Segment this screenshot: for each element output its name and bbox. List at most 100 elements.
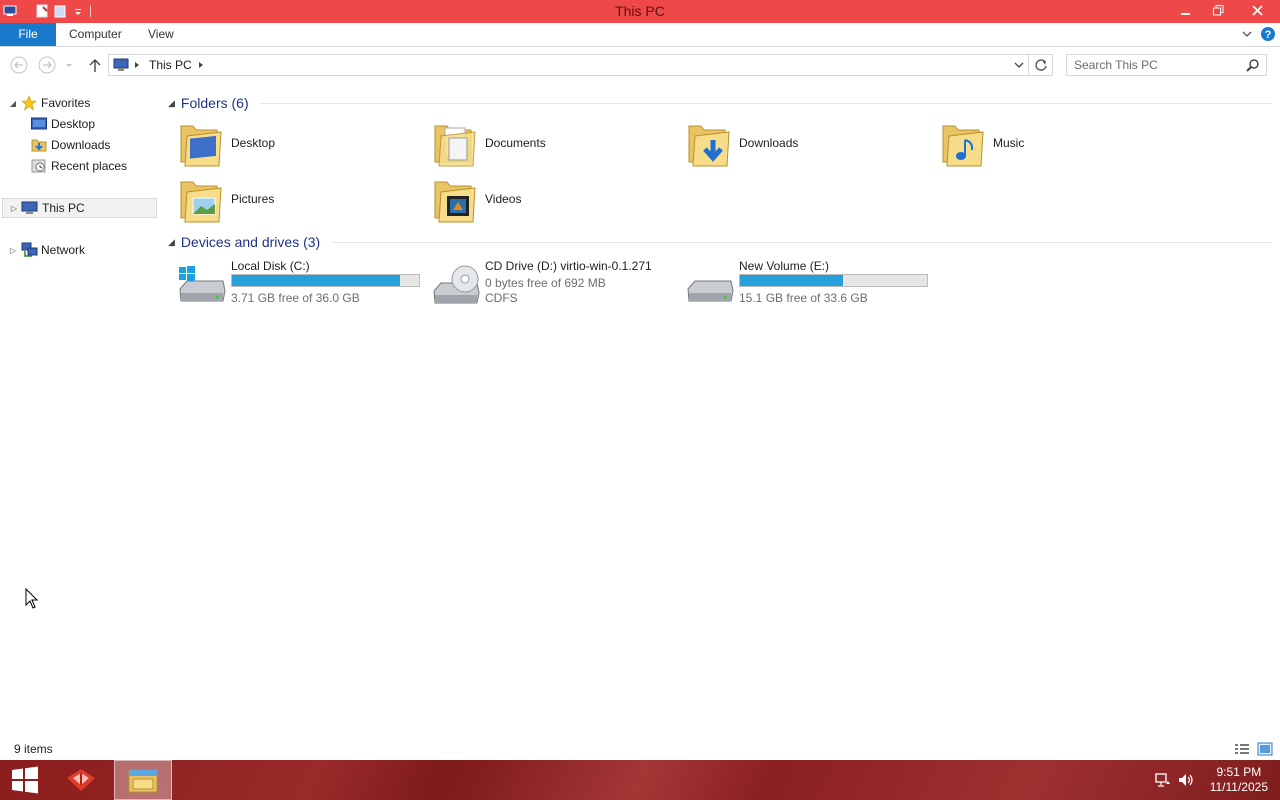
navigation-pane: ◢ Favorites Desktop Downloads Recent pla…: [0, 90, 160, 740]
nav-downloads[interactable]: Downloads: [30, 135, 110, 155]
clock-date: 11/11/2025: [1209, 780, 1268, 794]
start-button[interactable]: [0, 760, 50, 800]
windows-drive-icon: [179, 266, 226, 302]
nav-downloads-label: Downloads: [51, 138, 111, 152]
windows-logo-icon: [12, 766, 38, 794]
folder-documents[interactable]: Documents: [431, 116, 681, 170]
nav-favorites[interactable]: ◢ Favorites: [8, 93, 90, 113]
up-button[interactable]: [85, 55, 105, 75]
drive-usage-fill: [232, 275, 400, 286]
recent-locations-chevron-down-icon[interactable]: [62, 55, 76, 75]
taskbar-file-explorer-button[interactable]: [114, 760, 172, 800]
drive-d[interactable]: CD Drive (D:) virtio-win-0.1.271 0 bytes…: [431, 259, 681, 307]
nav-this-pc[interactable]: ▷ This PC: [2, 198, 157, 218]
refresh-button[interactable]: [1029, 54, 1053, 76]
nav-favorites-label: Favorites: [41, 96, 91, 110]
folder-name: Documents: [485, 136, 546, 150]
tab-file[interactable]: File: [0, 23, 56, 46]
network-icon: [20, 242, 38, 258]
search-icon[interactable]: [1246, 58, 1260, 75]
folder-downloads[interactable]: Downloads: [685, 116, 935, 170]
collapse-triangle-icon[interactable]: ◢: [168, 98, 175, 109]
back-button[interactable]: [9, 55, 29, 75]
group-title-folders: Folders (6): [180, 95, 249, 111]
expand-ribbon-chevron-down-icon[interactable]: [1241, 27, 1253, 44]
cd-drive-icon: [433, 265, 480, 304]
folder-name: Desktop: [231, 136, 276, 150]
group-title-devices: Devices and drives (3): [180, 234, 321, 250]
help-icon[interactable]: ?: [1260, 26, 1276, 45]
taskbar-app-red-icon[interactable]: [58, 760, 104, 800]
documents-folder-icon: [434, 125, 476, 167]
folder-desktop[interactable]: Desktop: [177, 116, 427, 170]
computer-icon: [112, 58, 130, 75]
details-view-icon[interactable]: [1233, 741, 1251, 757]
status-bar: 9 items: [0, 740, 1280, 760]
expand-arrow-icon[interactable]: ▷: [8, 246, 18, 255]
folder-name: Downloads: [739, 136, 799, 150]
breadcrumb-chevron-icon[interactable]: [197, 59, 205, 74]
system-clock[interactable]: 9:51 PM 11/11/2025: [1210, 765, 1268, 795]
minimize-button[interactable]: [1170, 0, 1202, 21]
drive-name: Local Disk (C:): [231, 259, 310, 273]
group-header-folders[interactable]: ◢ Folders (6): [168, 94, 1272, 112]
address-history-chevron-down-icon[interactable]: [1014, 59, 1024, 74]
collapse-triangle-icon[interactable]: ◢: [168, 237, 175, 248]
drive-e[interactable]: New Volume (E:) 15.1 GB free of 33.6 GB: [685, 259, 935, 307]
address-row: This PC: [0, 48, 1280, 82]
nav-desktop[interactable]: Desktop: [30, 114, 95, 134]
drive-free-space: 15.1 GB free of 33.6 GB: [739, 291, 868, 305]
window-title: This PC: [615, 3, 665, 19]
svg-text:?: ?: [1265, 29, 1272, 41]
expand-arrow-icon[interactable]: ▷: [9, 204, 19, 213]
mouse-pointer-icon: [25, 588, 39, 609]
taskbar: 9:51 PM 11/11/2025: [0, 760, 1280, 800]
desktop-icon: [30, 116, 48, 132]
search-box[interactable]: [1066, 54, 1267, 76]
folder-name: Videos: [485, 192, 522, 206]
breadcrumb-chevron-icon[interactable]: [133, 59, 141, 74]
drive-c[interactable]: Local Disk (C:) 3.71 GB free of 36.0 GB: [177, 259, 427, 307]
search-input[interactable]: [1074, 55, 1244, 75]
tab-computer[interactable]: Computer: [55, 23, 136, 46]
network-tray-icon[interactable]: [1154, 772, 1172, 788]
tab-view[interactable]: View: [134, 23, 188, 46]
desktop-folder-icon: [180, 125, 222, 167]
title-bar: This PC: [0, 0, 1280, 23]
drive-free-space: 3.71 GB free of 36.0 GB: [231, 291, 360, 305]
folder-music[interactable]: Music: [939, 116, 1189, 170]
recent-places-icon: [30, 158, 48, 174]
star-icon: [20, 95, 38, 111]
nav-recent-places[interactable]: Recent places: [30, 156, 127, 176]
drive-filesystem: CDFS: [485, 291, 518, 305]
collapse-arrow-icon[interactable]: ◢: [8, 99, 18, 108]
volume-tray-icon[interactable]: [1177, 772, 1195, 788]
file-explorer-icon: [128, 769, 158, 793]
nav-desktop-label: Desktop: [51, 117, 96, 131]
item-count: 9 items: [14, 742, 53, 756]
downloads-folder-icon: [688, 125, 730, 167]
address-bar[interactable]: This PC: [108, 54, 1029, 76]
nav-network[interactable]: ▷ Network: [8, 240, 85, 260]
group-header-devices[interactable]: ◢ Devices and drives (3): [168, 233, 1272, 251]
videos-folder-icon: [434, 181, 476, 223]
drive-usage-bar: [231, 274, 420, 287]
folder-videos[interactable]: Videos: [431, 172, 681, 226]
nav-network-label: Network: [41, 243, 86, 257]
forward-button[interactable]: [37, 55, 57, 75]
nav-recent-places-label: Recent places: [51, 159, 128, 173]
folder-pictures[interactable]: Pictures: [177, 172, 427, 226]
drive-name: New Volume (E:): [739, 259, 830, 273]
close-button[interactable]: [1234, 0, 1280, 21]
large-icons-view-icon[interactable]: [1256, 741, 1274, 757]
computer-icon: [21, 200, 39, 216]
downloads-icon: [30, 137, 48, 153]
drive-name: CD Drive (D:) virtio-win-0.1.271: [485, 259, 652, 273]
drive-free-space: 0 bytes free of 692 MB: [485, 276, 606, 290]
drive-usage-fill: [740, 275, 843, 286]
nav-this-pc-label: This PC: [42, 201, 85, 215]
music-folder-icon: [942, 125, 984, 167]
breadcrumb-this-pc[interactable]: This PC: [149, 58, 192, 72]
ribbon-tabs: File Computer View ?: [0, 23, 1280, 47]
restore-button[interactable]: [1202, 0, 1234, 21]
